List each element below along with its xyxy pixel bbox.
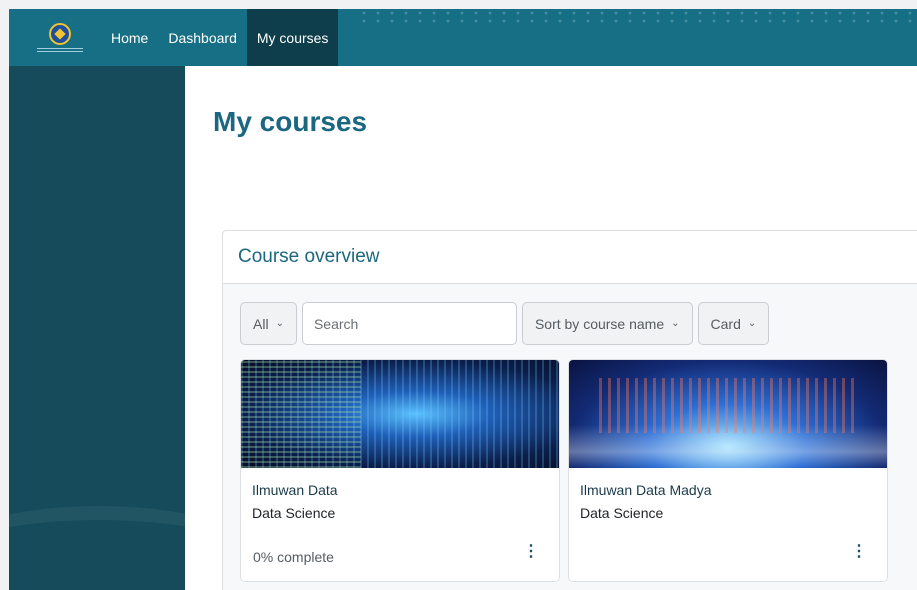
search-input[interactable]	[301, 302, 517, 345]
course-overview-panel: Course overview All ⌄ Sort by course nam…	[222, 230, 917, 590]
course-category: Data Science	[252, 505, 336, 521]
course-filters: All ⌄ Sort by course name ⌄ Card ⌄	[240, 302, 770, 345]
site-logo[interactable]	[30, 9, 90, 66]
panel-title: Course overview	[223, 231, 917, 284]
view-dropdown[interactable]: Card ⌄	[697, 302, 770, 345]
nav-my-courses[interactable]: My courses	[246, 9, 339, 66]
app-frame: Home Dashboard My courses My courses Cou…	[9, 9, 917, 590]
vertical-ellipsis-icon[interactable]: ⋮	[523, 544, 539, 560]
vertical-ellipsis-icon[interactable]: ⋮	[851, 544, 867, 560]
course-progress: 0% complete	[253, 549, 334, 565]
course-category: Data Science	[580, 505, 664, 521]
nav-home[interactable]: Home	[101, 9, 158, 66]
course-name-link[interactable]: Ilmuwan Data	[252, 482, 338, 498]
sidebar	[9, 66, 185, 590]
logo-wordmark	[37, 48, 83, 52]
navbar-decoration	[357, 9, 917, 23]
sort-dropdown[interactable]: Sort by course name ⌄	[521, 302, 693, 345]
course-name-link[interactable]: Ilmuwan Data Madya	[580, 482, 712, 498]
logo-icon	[49, 23, 71, 45]
chevron-down-icon: ⌄	[275, 318, 284, 329]
chevron-down-icon: ⌄	[747, 318, 757, 329]
top-navbar: Home Dashboard My courses	[9, 9, 917, 66]
page-title: My courses	[213, 106, 368, 137]
course-card[interactable]: Ilmuwan Data Madya Data Science ⋮	[568, 359, 888, 582]
nav-dashboard[interactable]: Dashboard	[158, 9, 247, 66]
course-card[interactable]: Ilmuwan Data Data Science 0% complete ⋮	[240, 359, 560, 582]
course-image[interactable]	[569, 360, 887, 468]
grouping-dropdown[interactable]: All ⌄	[240, 302, 297, 345]
sort-label: Sort by course name	[534, 315, 665, 332]
chevron-down-icon: ⌄	[671, 318, 680, 329]
view-label: Card	[710, 315, 741, 332]
grouping-label: All	[253, 315, 269, 332]
course-image[interactable]	[241, 360, 559, 468]
